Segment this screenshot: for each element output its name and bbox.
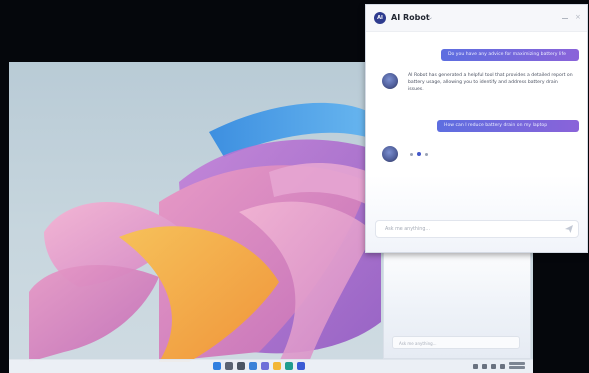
browser-icon[interactable] bbox=[285, 362, 293, 370]
chat-input[interactable]: Ask me anything... bbox=[375, 220, 579, 238]
search-icon[interactable] bbox=[225, 362, 233, 370]
user-message-bubble: Do you have any advice for maximizing ba… bbox=[441, 49, 579, 61]
taskbar-pinned-apps bbox=[213, 362, 305, 370]
bot-avatar bbox=[382, 146, 398, 162]
bot-message: AI Robot has generated a helpful tool th… bbox=[408, 73, 573, 92]
chat-input-area bbox=[366, 175, 587, 252]
file-explorer-icon[interactable] bbox=[273, 362, 281, 370]
tray-chevron-icon[interactable] bbox=[473, 363, 478, 369]
back-panel-input[interactable]: Ask me anything... bbox=[392, 336, 520, 349]
bot-avatar bbox=[382, 73, 398, 89]
typing-dot bbox=[425, 152, 428, 156]
chat-title: AI Robot bbox=[391, 13, 430, 22]
minimize-icon[interactable] bbox=[562, 14, 568, 19]
user-message-bubble: How can I reduce battery drain on my lap… bbox=[437, 120, 579, 132]
send-icon[interactable] bbox=[564, 224, 574, 234]
ai-robot-logo-icon: AI bbox=[374, 12, 386, 24]
chat-app-icon[interactable] bbox=[261, 362, 269, 370]
start-icon[interactable] bbox=[213, 362, 221, 370]
typing-indicator bbox=[410, 152, 428, 156]
wifi-icon[interactable] bbox=[482, 363, 487, 369]
battery-icon[interactable] bbox=[500, 363, 505, 369]
typing-dot bbox=[410, 152, 413, 156]
volume-icon[interactable] bbox=[491, 363, 496, 369]
taskbar bbox=[9, 359, 533, 373]
ai-chat-window: AI AI Robot ⌄ × Do you have any advice f… bbox=[365, 4, 588, 253]
widgets-icon[interactable] bbox=[249, 362, 257, 370]
assistant-back-panel: Ask me anything... bbox=[383, 240, 531, 359]
store-icon[interactable] bbox=[297, 362, 305, 370]
system-tray bbox=[473, 362, 525, 370]
chat-titlebar: AI AI Robot ⌄ × bbox=[366, 5, 587, 32]
chevron-down-icon[interactable]: ⌄ bbox=[428, 13, 433, 23]
typing-dot bbox=[417, 152, 421, 156]
clock[interactable] bbox=[509, 362, 525, 370]
task-view-icon[interactable] bbox=[237, 362, 245, 370]
close-icon[interactable]: × bbox=[575, 14, 581, 21]
